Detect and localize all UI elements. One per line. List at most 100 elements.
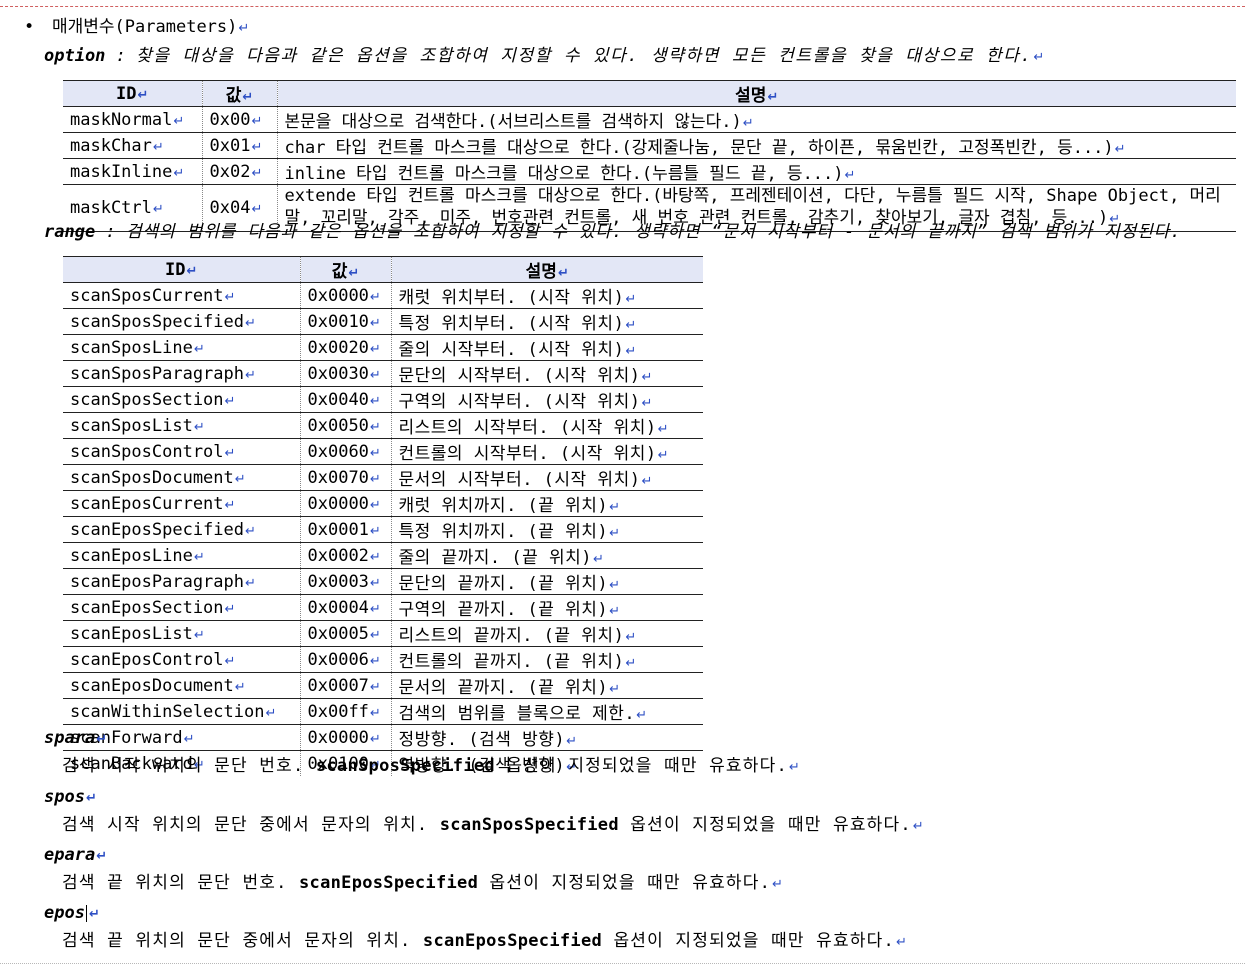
cell-id: scanSposLine↵ xyxy=(63,334,301,361)
cell-value: 0x0000↵ xyxy=(300,724,392,751)
return-mark-icon: ↵ xyxy=(369,549,381,565)
cell-description: 검색의 범위를 블록으로 제한.↵ xyxy=(391,698,703,725)
return-mark-icon: ↵ xyxy=(224,497,236,513)
return-mark-icon: ↵ xyxy=(369,575,381,591)
cell-value: 0x0005↵ xyxy=(300,620,392,647)
table-row: maskNormal↵ 0x00↵ 본문을 대상으로 검색한다.(서브리스트를 … xyxy=(63,106,1236,133)
return-mark-icon: ↵ xyxy=(625,630,637,645)
return-mark-icon: ↵ xyxy=(625,344,637,359)
return-mark-icon: ↵ xyxy=(224,653,236,669)
return-mark-icon: ↵ xyxy=(193,341,205,357)
return-mark-icon: ↵ xyxy=(224,393,236,409)
return-mark-icon: ↵ xyxy=(245,575,256,591)
page-top-border xyxy=(0,6,1245,7)
return-mark-icon: ↵ xyxy=(609,682,621,697)
cell-value: 0x0020↵ xyxy=(300,334,392,361)
return-mark-icon: ↵ xyxy=(625,318,637,333)
return-mark-icon: ↵ xyxy=(369,731,381,747)
cell-description: 문단의 시작부터. (시작 위치)↵ xyxy=(391,360,703,387)
table-row: scanSposLine↵ 0x0020↵ 줄의 시작부터. (시작 위치)↵ xyxy=(63,334,703,361)
cell-description: 문서의 시작부터. (시작 위치)↵ xyxy=(391,464,703,491)
cell-description: 컨트롤의 끝까지. (끝 위치)↵ xyxy=(391,646,703,673)
return-mark-icon: ↵ xyxy=(369,523,381,539)
return-mark-icon: ↵ xyxy=(88,907,100,922)
table-row: scanEposSection↵ 0x0004↵ 구역의 끝까지. (끝 위치)↵ xyxy=(63,594,703,621)
table-row: scanForward↵ 0x0000↵ 정방향. (검색 방향)↵ xyxy=(63,724,703,751)
return-mark-icon: ↵ xyxy=(96,732,108,747)
cell-id: scanSposSpecified↵ xyxy=(63,308,301,335)
range-text: 검색의 범위를 다음과 같은 옵션을 조합하여 지정할 수 있다. 생략하면 “… xyxy=(125,222,1182,242)
cell-id: scanSposSection↵ xyxy=(63,386,301,413)
range-description: range : 검색의 범위를 다음과 같은 옵션을 조합하여 지정할 수 있다… xyxy=(44,221,1181,243)
return-mark-icon: ↵ xyxy=(566,734,578,749)
section-heading: • 매개변수(Parameters)↵ xyxy=(24,16,249,38)
range-table: ID↵ 값↵ 설명↵ scanSposCurrent↵ 0x0000↵ 캐럿 위치부… xyxy=(63,256,703,776)
table-row: scanSposSection↵ 0x0040↵ 구역의 시작부터. (시작 위치)… xyxy=(63,386,703,413)
return-mark-icon: ↵ xyxy=(636,708,648,723)
return-mark-icon: ↵ xyxy=(238,21,250,36)
cell-description: 특정 위치부터. (시작 위치)↵ xyxy=(391,308,703,335)
option-colon: : xyxy=(115,46,126,66)
cell-value: 0x0070↵ xyxy=(300,464,392,491)
option-code: scanSposSpecified xyxy=(315,756,495,776)
cell-id: scanEposCurrent↵ xyxy=(63,490,301,517)
return-mark-icon: ↵ xyxy=(245,367,256,383)
bullet: • xyxy=(24,17,35,37)
return-mark-icon: ↵ xyxy=(265,705,277,721)
cell-value: 0x00↵ xyxy=(202,106,278,133)
cell-description: 줄의 시작부터. (시작 위치)↵ xyxy=(391,334,703,361)
header-value: 값↵ xyxy=(300,256,392,283)
return-mark-icon: ↵ xyxy=(369,367,381,383)
return-mark-icon: ↵ xyxy=(593,552,605,567)
return-mark-icon: ↵ xyxy=(625,656,637,671)
cell-description: 특정 위치까지. (끝 위치)↵ xyxy=(391,516,703,543)
option-table: ID↵ 값↵ 설명↵ maskNormal↵ 0x00↵ 본문을 대상으로 검색… xyxy=(63,80,1236,232)
cell-description: char 타입 컨트롤 마스크를 대상으로 한다.(강제줄나눔, 문단 끝, 하… xyxy=(277,132,1236,159)
table-row: scanSposControl↵ 0x0060↵ 컨트롤의 시작부터. (시작 위치… xyxy=(63,438,703,465)
return-mark-icon: ↵ xyxy=(772,877,785,892)
cell-id: maskChar↵ xyxy=(63,132,203,159)
option-text: 찾을 대상을 다음과 같은 옵션을 조합하여 지정할 수 있다. 생략하면 모든… xyxy=(136,46,1033,66)
cell-value: 0x0050↵ xyxy=(300,412,392,439)
table-row: scanSposParagraph↵ 0x0030↵ 문단의 시작부터. (시작 위… xyxy=(63,360,703,387)
return-mark-icon: ↵ xyxy=(369,419,381,435)
return-mark-icon: ↵ xyxy=(625,292,637,307)
cell-id: scanSposList↵ xyxy=(63,412,301,439)
range-colon: : xyxy=(105,222,116,242)
param-description: 검색 시작 위치의 문단 중에서 문자의 위치. scanSposSpecifi… xyxy=(62,815,925,835)
param-description: 검색 끝 위치의 문단 중에서 문자의 위치. scanEposSpecifie… xyxy=(62,931,909,951)
table-row: scanEposControl↵ 0x0006↵ 컨트롤의 끝까지. (끝 위치)↵ xyxy=(63,646,703,673)
table-row: scanEposDocument↵ 0x0007↵ 문서의 끝까지. (끝 위치)↵ xyxy=(63,672,703,699)
cell-value: 0x0040↵ xyxy=(300,386,392,413)
return-mark-icon: ↵ xyxy=(369,601,381,617)
option-code: scanEposSpecified xyxy=(422,931,603,951)
param-name: spara↵ xyxy=(44,728,108,748)
return-mark-icon: ↵ xyxy=(234,679,246,695)
cell-description: 캐럿 위치부터. (시작 위치)↵ xyxy=(391,282,703,309)
param-name: epara↵ xyxy=(44,845,108,865)
cell-id: maskNormal↵ xyxy=(63,106,203,133)
table-row: scanWithinSelection↵ 0x00ff↵ 검색의 범위를 블록으로 … xyxy=(63,698,703,725)
return-mark-icon: ↵ xyxy=(369,315,381,331)
return-mark-icon: ↵ xyxy=(609,604,621,619)
param-description: 검색 끝 위치의 문단 번호. scanEposSpecified 옵션이 지정… xyxy=(62,873,785,893)
cell-value: 0x0007↵ xyxy=(300,672,392,699)
return-mark-icon: ↵ xyxy=(369,289,381,305)
cell-value: 0x0006↵ xyxy=(300,646,392,673)
return-mark-icon: ↵ xyxy=(369,341,381,357)
cell-value: 0x0003↵ xyxy=(300,568,392,595)
return-mark-icon: ↵ xyxy=(369,653,381,669)
range-label: range xyxy=(44,222,96,242)
cell-value: 0x0010↵ xyxy=(300,308,392,335)
table-row: maskInline↵ 0x02↵ inline 타입 컨트롤 마스크를 대상으… xyxy=(63,158,1236,185)
return-mark-icon: ↵ xyxy=(234,471,246,487)
return-mark-icon: ↵ xyxy=(85,791,97,806)
return-mark-icon: ↵ xyxy=(245,315,256,331)
return-mark-icon: ↵ xyxy=(224,601,236,617)
return-mark-icon: ↵ xyxy=(609,500,621,515)
return-mark-icon: ↵ xyxy=(641,474,653,489)
return-mark-icon: ↵ xyxy=(369,679,381,695)
section-title: 매개변수(Parameters) xyxy=(52,17,238,37)
return-mark-icon: ↵ xyxy=(641,396,653,411)
header-value: 값↵ xyxy=(202,80,278,107)
